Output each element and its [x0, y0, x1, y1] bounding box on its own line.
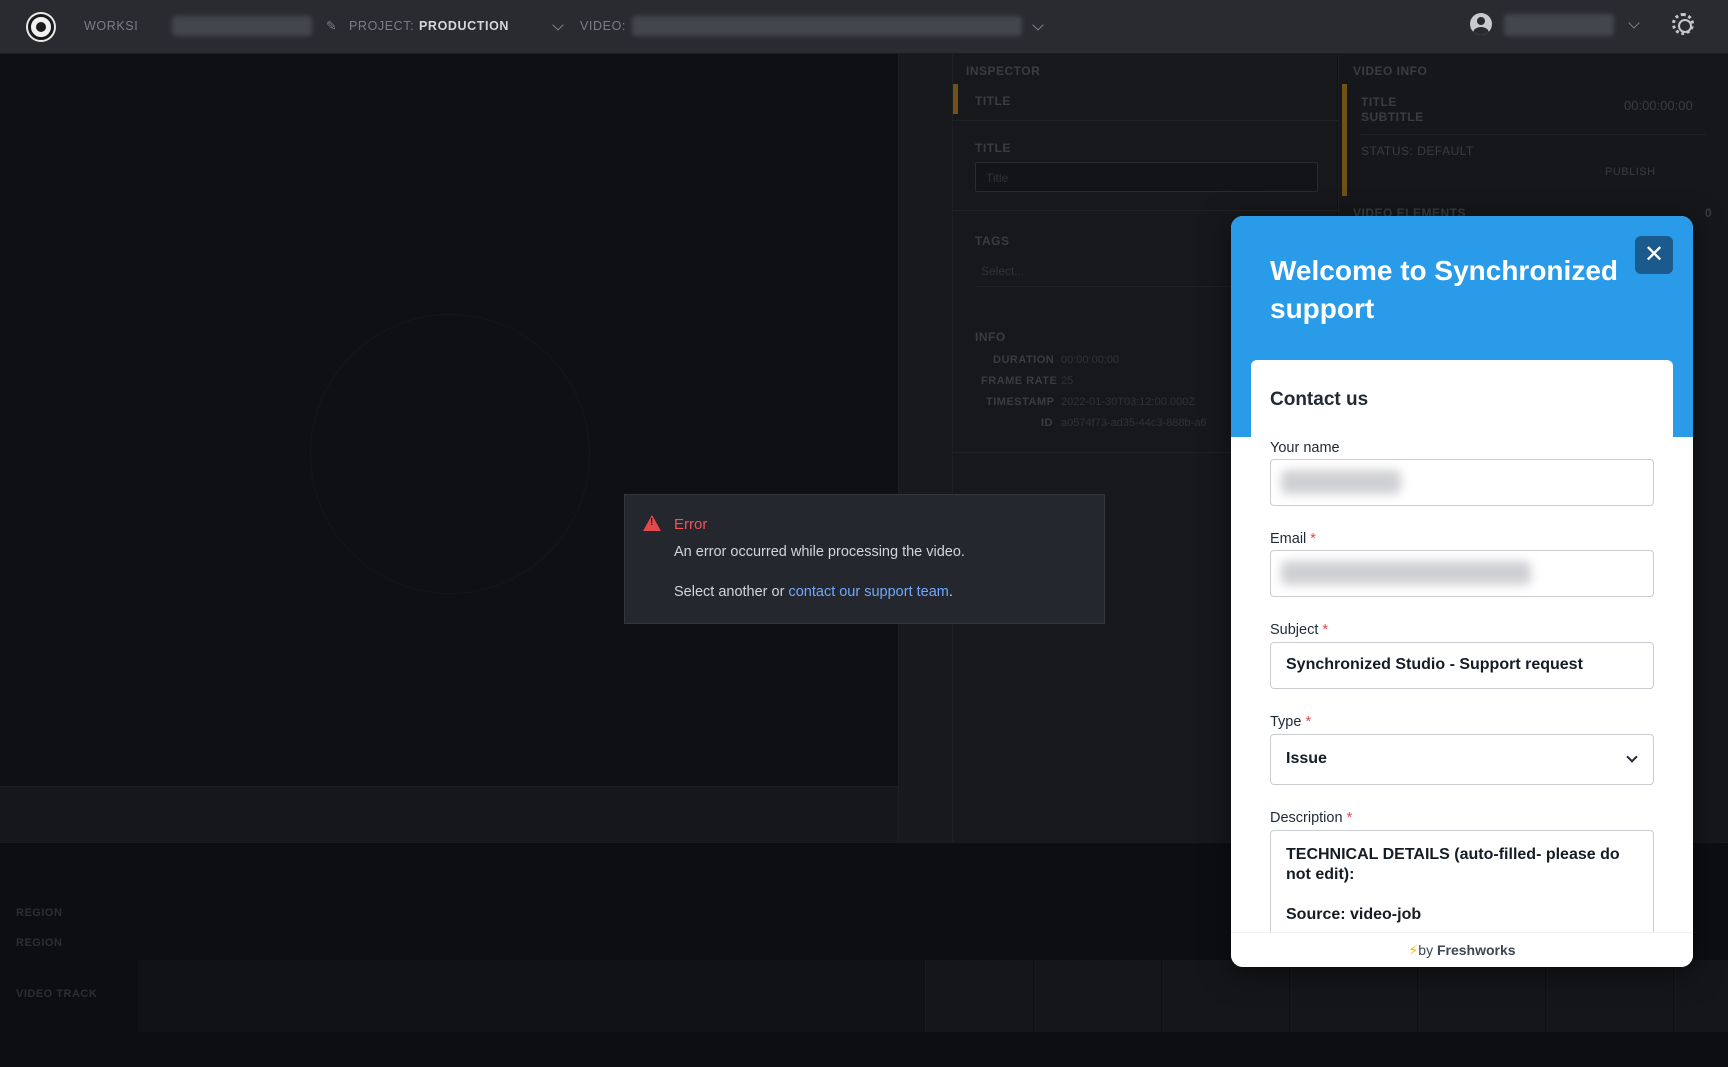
email-value-redacted [1281, 561, 1531, 585]
video-elements-count: 0 [1705, 206, 1713, 220]
video-placeholder-graphic [310, 314, 590, 594]
description-label-text: Description [1270, 810, 1343, 826]
name-value-redacted [1281, 470, 1401, 494]
video-label: VIDEO: [580, 19, 626, 33]
description-line-2: Source: video-job [1286, 906, 1422, 923]
error-toast: Error An error occurred while processing… [624, 494, 1105, 624]
info-duration-value: 00:00:00:00 [1061, 354, 1120, 366]
user-name-redacted[interactable] [1504, 14, 1614, 36]
title-placeholder: Title [986, 171, 1009, 185]
player-controls-bar [0, 786, 898, 842]
error-action-suffix: . [948, 584, 953, 600]
type-select[interactable]: Issue [1270, 734, 1654, 785]
email-label-text: Email [1270, 531, 1307, 547]
info-label: INFO [975, 330, 1006, 344]
workspace-name-redacted[interactable] [172, 16, 312, 36]
project-label: PROJECT: [349, 19, 415, 33]
error-action-line: Select another or contact our support te… [674, 584, 953, 600]
video-title: TITLE [1361, 95, 1397, 109]
info-timestamp-key: TIMESTAMP [986, 396, 1055, 408]
video-subtitle: SUBTITLE [1361, 110, 1424, 124]
contact-form-title: Contact us [1270, 389, 1369, 410]
track-clip[interactable] [1035, 960, 1161, 1032]
required-asterisk: * [1305, 714, 1312, 730]
video-info-accent [1342, 84, 1347, 196]
required-asterisk: * [1310, 531, 1316, 547]
app-logo-icon[interactable] [28, 14, 54, 40]
email-input[interactable] [1270, 550, 1654, 597]
info-id-key: ID [1041, 417, 1053, 429]
info-id-value: a0574f73-ad35-44c3-888b-a6 [1061, 417, 1207, 429]
divider [953, 120, 1338, 121]
widget-footer: ⚡by Freshworks [1231, 932, 1693, 967]
video-timecode: 00:00:00:00 [1624, 98, 1693, 113]
divider [953, 210, 1338, 211]
info-framerate-value: 25 [1061, 375, 1074, 387]
track-clip[interactable] [1291, 960, 1417, 1032]
side-strip [898, 54, 952, 842]
support-widget-title: Welcome to Synchronized support [1270, 255, 1618, 324]
video-name-redacted[interactable] [632, 16, 1022, 36]
project-value[interactable]: PRODUCTION [419, 19, 509, 33]
timeline-region-label: REGION [16, 907, 63, 919]
video-chevron-down-icon[interactable] [1032, 19, 1044, 31]
user-avatar-icon[interactable] [1470, 13, 1492, 35]
type-field-label: Type * [1270, 714, 1311, 730]
track-clip[interactable] [1547, 960, 1673, 1032]
subject-input[interactable]: Synchronized Studio - Support request [1270, 642, 1654, 689]
project-chevron-down-icon[interactable] [552, 19, 564, 31]
lightning-bolt-icon: ⚡ [1408, 942, 1419, 958]
tab-accent [953, 84, 958, 114]
tab-title[interactable]: TITLE [975, 94, 1011, 108]
pencil-icon[interactable]: ✎ [326, 18, 337, 33]
publish-button[interactable]: PUBLISH [1605, 166, 1656, 178]
chevron-down-icon [1626, 751, 1638, 763]
video-player[interactable] [0, 54, 898, 786]
required-asterisk: * [1322, 622, 1329, 638]
info-timestamp-value: 2022-01-30T03:12:00.000Z [1061, 396, 1195, 408]
error-action-prefix: Select another or [674, 584, 789, 600]
description-field-label: Description * [1270, 810, 1352, 826]
subject-value: Synchronized Studio - Support request [1286, 656, 1583, 673]
error-title: Error [674, 516, 708, 533]
track-clip[interactable] [1419, 960, 1545, 1032]
tags-label: TAGS [975, 234, 1010, 248]
subject-field-label: Subject * [1270, 622, 1328, 638]
warning-triangle-icon [643, 515, 661, 531]
email-field-label: Email * [1270, 531, 1316, 547]
workspace-label[interactable]: WORKSI [84, 19, 138, 33]
contact-support-link[interactable]: contact our support team [788, 584, 948, 600]
required-asterisk: * [1346, 810, 1353, 826]
tags-select-placeholder[interactable]: Select... [981, 264, 1024, 278]
subject-label-text: Subject [1270, 622, 1319, 638]
title-input[interactable]: Title [975, 162, 1318, 192]
close-button[interactable]: ✕ [1635, 236, 1673, 274]
info-duration-key: DURATION [993, 354, 1055, 366]
inspector-header: INSPECTOR [966, 64, 1041, 78]
track-clip[interactable] [1675, 960, 1728, 1032]
app-root: WORKSI ✎ PROJECT: PRODUCTION VIDEO: INSP… [0, 0, 1728, 1067]
type-label-text: Type [1270, 714, 1302, 730]
error-message: An error occurred while processing the v… [674, 544, 965, 560]
video-status: STATUS: DEFAULT [1361, 144, 1474, 158]
freshworks-link[interactable]: Freshworks [1437, 942, 1516, 958]
name-field-label: Your name [1270, 440, 1340, 456]
top-bar: WORKSI ✎ PROJECT: PRODUCTION VIDEO: [0, 0, 1728, 54]
info-framerate-key: FRAME RATE [981, 375, 1058, 387]
description-line-1: TECHNICAL DETAILS (auto-filled- please d… [1286, 846, 1620, 883]
user-chevron-down-icon[interactable] [1628, 17, 1640, 29]
track-clip[interactable] [925, 960, 1033, 1032]
type-value: Issue [1286, 750, 1327, 767]
video-info-header: VIDEO INFO [1353, 64, 1428, 78]
timeline-region-label: REGION [16, 937, 63, 949]
name-input[interactable] [1270, 459, 1654, 506]
contact-form: Contact us Your name Email * Subject * S… [1251, 360, 1673, 960]
title-field-label: TITLE [975, 141, 1011, 155]
track-clip[interactable] [1163, 960, 1289, 1032]
divider [1361, 134, 1706, 135]
settings-gear-icon[interactable] [1672, 13, 1694, 35]
support-widget: Welcome to Synchronized support ✕ Contac… [1231, 216, 1693, 967]
timeline-video-track-label: VIDEO TRACK [16, 988, 98, 1000]
footer-prefix: by [1418, 942, 1437, 958]
